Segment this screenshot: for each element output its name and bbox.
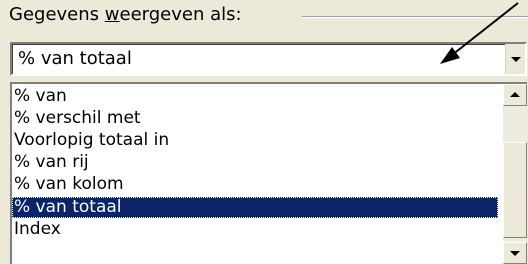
display-as-combobox[interactable]: % van totaal (10, 42, 527, 76)
list-item[interactable]: % van (12, 86, 67, 107)
display-as-label-part1: Gegevens (9, 4, 105, 25)
list-item[interactable]: % verschil met (12, 108, 141, 129)
display-as-label-part2: eergeven als: (119, 4, 242, 25)
group-divider (302, 16, 528, 18)
list-item[interactable]: Voorlopig totaal in (12, 130, 169, 151)
display-as-listbox[interactable]: % van % verschil met Voorlopig totaal in… (10, 82, 527, 264)
chevron-up-icon (510, 92, 520, 97)
chevron-down-icon (511, 57, 521, 62)
chevron-down-icon (510, 251, 520, 256)
list-item[interactable]: % van kolom (12, 174, 124, 195)
list-item-selected[interactable]: % van totaal (12, 197, 498, 218)
combobox-value: % van totaal (18, 48, 132, 69)
list-item[interactable]: % van rij (12, 152, 89, 173)
scroll-up-button[interactable] (503, 84, 527, 106)
scroll-thumb[interactable] (503, 142, 527, 238)
combobox-dropdown-button[interactable] (505, 44, 525, 74)
list-item[interactable]: Index (12, 219, 61, 240)
vertical-scrollbar[interactable] (503, 84, 527, 264)
display-as-label-accesskey: w (104, 4, 120, 25)
scroll-down-button[interactable] (503, 242, 527, 264)
display-as-label: Gegevens weergeven als: (9, 3, 242, 27)
